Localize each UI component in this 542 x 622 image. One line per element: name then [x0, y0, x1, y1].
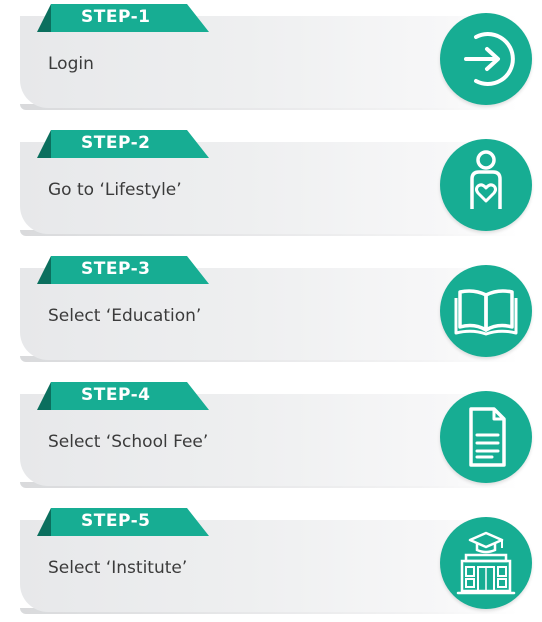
step-description: Select ‘Education’ — [48, 306, 202, 326]
step-icon-circle — [440, 13, 532, 105]
step-4: STEP-4 Select ‘School Fee’ — [20, 382, 532, 494]
step-label: STEP-5 — [81, 511, 151, 531]
step-tab: STEP-5 — [37, 508, 209, 536]
step-description: Select ‘School Fee’ — [48, 432, 209, 452]
step-tab: STEP-1 — [37, 4, 209, 32]
step-label: STEP-4 — [81, 385, 151, 405]
step-1: STEP-1 Login — [20, 4, 532, 116]
step-tab: STEP-4 — [37, 382, 209, 410]
step-label: STEP-1 — [81, 7, 151, 27]
school-building-icon — [456, 531, 516, 595]
step-2: STEP-2 Go to ‘Lifestyle’ — [20, 130, 532, 242]
step-icon-circle — [440, 391, 532, 483]
step-description: Select ‘Institute’ — [48, 558, 188, 578]
document-icon — [469, 407, 506, 467]
open-book-icon — [454, 289, 518, 336]
step-description: Login — [48, 54, 94, 74]
step-icon-circle — [440, 517, 532, 609]
step-tab: STEP-2 — [37, 130, 209, 158]
step-label: STEP-2 — [81, 133, 151, 153]
step-label: STEP-3 — [81, 259, 151, 279]
step-icon-circle — [440, 139, 532, 231]
step-description: Go to ‘Lifestyle’ — [48, 180, 182, 200]
step-tab: STEP-3 — [37, 256, 209, 284]
step-icon-circle — [440, 265, 532, 357]
login-arrow-icon — [464, 32, 515, 86]
step-3: STEP-3 Select ‘Education’ — [20, 256, 532, 368]
person-heart-icon — [470, 150, 502, 209]
step-5: STEP-5 Select ‘Institute’ — [20, 508, 532, 620]
